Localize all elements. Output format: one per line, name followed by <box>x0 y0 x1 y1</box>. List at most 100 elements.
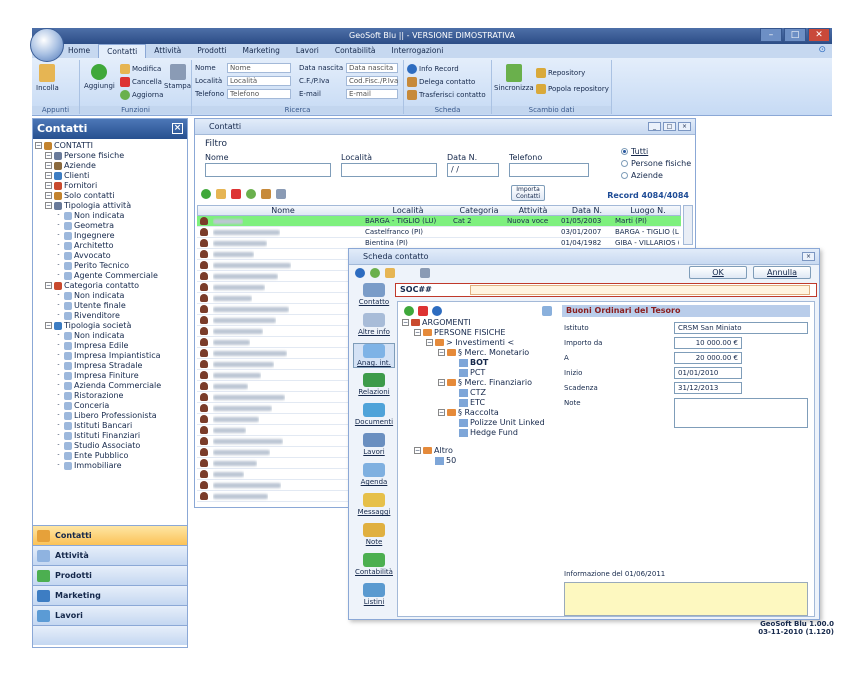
tree-item[interactable]: − Categoria contatto <box>33 281 187 291</box>
ribbon-tab-6[interactable]: Contabilità <box>327 44 384 58</box>
add-icon[interactable] <box>404 306 414 316</box>
tree-item[interactable]: − Persone fisiche <box>33 151 187 161</box>
expand-icon[interactable]: − <box>35 142 42 149</box>
side-menu-5[interactable]: Lavori <box>353 433 395 456</box>
localita-input[interactable] <box>341 163 437 177</box>
expand-icon[interactable]: − <box>426 339 433 346</box>
column-header-3[interactable]: Attività <box>506 206 560 216</box>
search-input-2[interactable]: Telefono <box>227 89 291 99</box>
expand-icon[interactable]: − <box>438 379 445 386</box>
ribbon-tab-7[interactable]: Interrogazioni <box>384 44 452 58</box>
tree-item[interactable]: − Tipologia attività <box>33 201 187 211</box>
tree-item[interactable]: - Ente Pubblico <box>33 451 187 461</box>
radio-persone[interactable]: Persone fisiche <box>621 159 691 168</box>
search-input-5[interactable]: E-mail <box>346 89 398 99</box>
close-icon[interactable]: × <box>172 123 183 134</box>
column-header-0[interactable]: Nome <box>208 206 358 216</box>
refresh-icon[interactable] <box>370 268 380 278</box>
side-menu-7[interactable]: Messaggi <box>353 493 395 516</box>
lock-icon[interactable] <box>385 268 395 278</box>
minimize-button[interactable]: _ <box>648 122 661 131</box>
close-button[interactable]: × <box>802 252 815 261</box>
expand-icon[interactable]: − <box>438 409 445 416</box>
argomento-item[interactable]: CTZ <box>450 388 486 398</box>
tree-item[interactable]: - Istituti Finanziari <box>33 431 187 441</box>
ribbon-tab-3[interactable]: Prodotti <box>189 44 234 58</box>
expand-icon[interactable]: − <box>414 329 421 336</box>
argomento-item[interactable]: Polizze Unit Linked <box>450 418 545 428</box>
tree-item[interactable]: - Architetto <box>33 241 187 251</box>
delete-icon[interactable] <box>231 189 241 199</box>
tree-item[interactable]: - Studio Associato <box>33 441 187 451</box>
tree-item[interactable]: - Impresa Finiture <box>33 371 187 381</box>
transfer-icon[interactable] <box>261 189 271 199</box>
add-icon[interactable] <box>201 189 211 199</box>
argomento-item[interactable]: PCT <box>450 368 485 378</box>
ribbon-tab-1[interactable]: Contatti <box>98 44 147 58</box>
ribbon-tab-0[interactable]: Home <box>60 44 98 58</box>
tree-item[interactable]: - Perito Tecnico <box>33 261 187 271</box>
tree-item[interactable]: − Clienti <box>33 171 187 181</box>
printer-icon[interactable] <box>420 268 430 278</box>
tree-item[interactable]: - Conceria <box>33 401 187 411</box>
wand-icon[interactable] <box>542 306 552 316</box>
close-button[interactable]: × <box>678 122 691 131</box>
argomento-item[interactable]: − § Merc. Monetario <box>438 348 529 358</box>
info-icon[interactable] <box>432 306 442 316</box>
tree-item[interactable]: − CONTATTI <box>33 141 187 151</box>
column-header-5[interactable]: Luogo N. <box>614 206 682 216</box>
tree-item[interactable]: - Impresa Impiantistica <box>33 351 187 361</box>
refresh-icon[interactable] <box>246 189 256 199</box>
table-row[interactable]: BARGA - TIGLIO (LU) Cat 2 Nuova voce 01/05/… <box>197 216 681 227</box>
search-input-1[interactable]: Località <box>227 76 291 86</box>
argomento-item[interactable]: BOT <box>450 358 488 368</box>
tree-item[interactable]: - Ristorazione <box>33 391 187 401</box>
argomento-item[interactable]: ETC <box>450 398 485 408</box>
tree-item[interactable]: - Immobiliare <box>33 461 187 471</box>
app-menu-button[interactable] <box>30 28 64 62</box>
expand-icon[interactable]: − <box>45 282 52 289</box>
tree-item[interactable]: − Solo contatti <box>33 191 187 201</box>
expand-icon[interactable]: − <box>45 202 52 209</box>
ragione-sociale-field[interactable] <box>470 285 810 295</box>
info-icon[interactable] <box>355 268 365 278</box>
popola-repository-button[interactable]: Popola repository <box>536 84 609 94</box>
printer-icon[interactable] <box>276 189 286 199</box>
expand-icon[interactable]: − <box>414 447 421 454</box>
inizio-field[interactable]: 01/01/2010 <box>674 367 742 379</box>
tree-item[interactable]: - Istituti Bancari <box>33 421 187 431</box>
table-row[interactable]: Castelfranco (PI) 03/01/2007 BARGA - TIGLI… <box>197 227 681 238</box>
help-icon[interactable]: ⊙ <box>818 45 826 55</box>
modifica-button[interactable]: Modifica <box>120 64 161 74</box>
argomento-item[interactable]: − > Investimenti < <box>426 338 514 348</box>
side-menu-6[interactable]: Agenda <box>353 463 395 486</box>
side-menu-9[interactable]: Contabilità <box>353 553 395 576</box>
side-menu-1[interactable]: Altre info <box>353 313 395 336</box>
nav-footer[interactable] <box>33 625 187 645</box>
argomento-item[interactable]: − § Raccolta <box>438 408 499 418</box>
column-header-1[interactable]: Località <box>364 206 452 216</box>
annulla-button[interactable]: Annulla <box>753 266 811 279</box>
incolla-button[interactable]: Incolla <box>36 64 59 92</box>
expand-icon[interactable]: − <box>402 319 409 326</box>
side-menu-10[interactable]: Listini <box>353 583 395 606</box>
expand-icon[interactable]: − <box>45 182 52 189</box>
note-field[interactable] <box>674 398 808 428</box>
tree-item[interactable]: - Impresa Stradale <box>33 361 187 371</box>
nav-2[interactable]: Prodotti <box>33 565 187 585</box>
side-menu-8[interactable]: Note <box>353 523 395 546</box>
maximize-button[interactable]: □ <box>784 28 806 42</box>
argomento-item[interactable]: − PERSONE FISICHE <box>414 328 505 338</box>
radio-aziende[interactable]: Aziende <box>621 171 663 180</box>
tree-item[interactable]: - Non indicata <box>33 211 187 221</box>
a-field[interactable]: 20 000.00 € <box>674 352 742 364</box>
expand-icon[interactable]: − <box>45 192 52 199</box>
tree-item[interactable]: - Avvocato <box>33 251 187 261</box>
argomento-item[interactable]: Hedge Fund <box>450 428 518 438</box>
expand-icon[interactable]: − <box>45 152 52 159</box>
argomento-item[interactable]: 50 <box>426 456 456 466</box>
importo-field[interactable]: 10 000.00 € <box>674 337 742 349</box>
grid-scrollbar[interactable] <box>683 205 693 245</box>
tree-item[interactable]: − Tipologia società <box>33 321 187 331</box>
sincronizza-button[interactable]: Sincronizza <box>494 64 534 92</box>
